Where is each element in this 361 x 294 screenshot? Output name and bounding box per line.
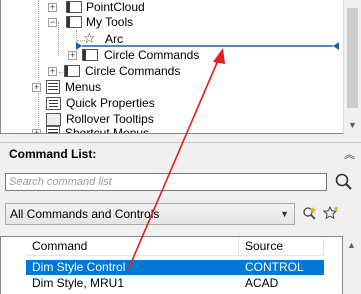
tree-item-label: Circle Commands (85, 64, 181, 78)
scroll-up-arrow-icon[interactable]: ▲ (347, 240, 356, 250)
tree-guide-line (76, 30, 77, 48)
tree-item-label: My Tools (86, 15, 134, 29)
table-scrollbar[interactable]: ▲ (343, 236, 361, 294)
source-cell: CONTROL (245, 260, 304, 274)
command-list-title: Command List: (9, 147, 97, 161)
menu-icon (46, 80, 60, 94)
tree-item-label: Arc (105, 32, 123, 46)
expand-icon[interactable]: + (48, 3, 57, 12)
table-row[interactable]: Dim Style, MRU1 ACAD (26, 276, 324, 291)
chevron-down-icon: ▼ (280, 209, 289, 219)
command-cell: Dim Style, MRU1 (32, 276, 125, 290)
scroll-down-arrow-icon[interactable]: ▼ (348, 121, 357, 130)
customization-tree[interactable]: + PointCloud − My Tools ☆ Arc + Circle C… (0, 0, 344, 134)
tree-item-label: Circle Commands (104, 48, 200, 62)
tree-scrollbar[interactable]: ▼ (343, 0, 361, 134)
menu-icon (46, 126, 60, 133)
command-list-header: Command List: ︽ (0, 142, 361, 165)
command-cell: Dim Style Control (32, 260, 126, 274)
toolbar-icon (64, 65, 80, 77)
quick-properties-icon (46, 97, 61, 110)
table-row[interactable]: Dim Style Control CONTROL (26, 260, 324, 275)
find-icon (303, 207, 316, 220)
new-star-icon (322, 205, 339, 220)
expand-icon[interactable]: + (32, 83, 41, 92)
source-cell: ACAD (245, 276, 279, 290)
scrollbar-thumb[interactable] (347, 8, 358, 108)
star-icon: ☆ (83, 30, 96, 46)
toolbar-icon (82, 49, 98, 61)
tree-item-label: PointCloud (86, 0, 145, 14)
search-icon (335, 173, 352, 190)
column-header-command[interactable]: Command (26, 237, 239, 256)
tree-item-label: Shortcut Menus (65, 126, 150, 134)
tooltip-icon (46, 113, 61, 126)
filter-selected-value: All Commands and Controls (10, 207, 160, 221)
create-command-button[interactable] (322, 205, 340, 223)
tree-guide-line (58, 22, 59, 56)
collapse-icon[interactable]: − (48, 18, 57, 27)
collapse-panel-icon[interactable]: ︽ (344, 146, 355, 162)
expand-icon[interactable]: + (48, 67, 57, 76)
tree-item-label: Quick Properties (66, 96, 155, 110)
find-command-button[interactable] (301, 205, 319, 223)
command-table[interactable]: Command Source Dim Style Control CONTROL… (0, 236, 343, 294)
toolbar-icon (66, 16, 82, 28)
column-header-source[interactable]: Source (239, 237, 324, 256)
command-filter-select[interactable]: All Commands and Controls ▼ (5, 203, 295, 225)
search-input[interactable]: Search command list (5, 173, 327, 191)
expand-icon[interactable]: + (32, 129, 41, 133)
toolbar-icon (66, 1, 82, 13)
tree-guide-line (38, 0, 39, 132)
expand-icon[interactable]: + (68, 51, 77, 60)
search-button[interactable] (333, 172, 355, 192)
tree-item-label: Menus (65, 80, 102, 94)
